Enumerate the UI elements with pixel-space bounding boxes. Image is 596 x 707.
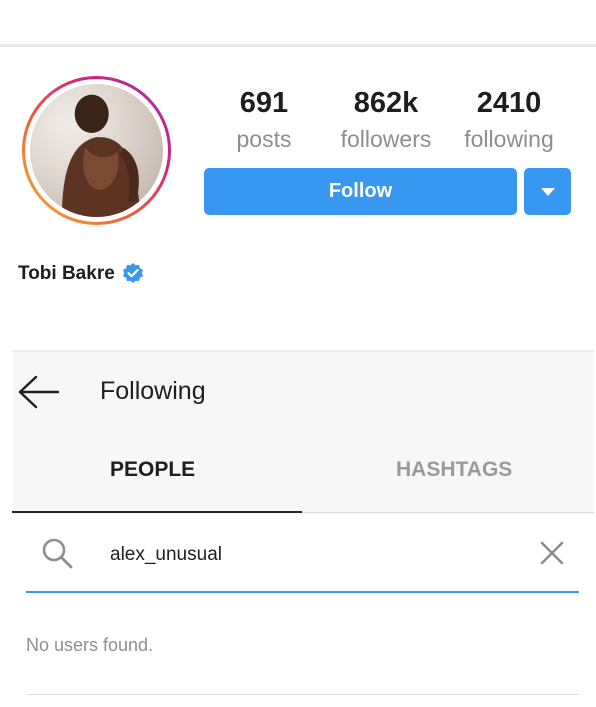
follow-button[interactable]: Follow — [204, 168, 517, 215]
following-count: 2410 — [476, 87, 542, 119]
arrow-left-icon[interactable] — [16, 372, 62, 412]
profile-name-row: Tobi Bakre — [18, 262, 145, 286]
panel-title: Following — [100, 377, 206, 405]
followers-label: followers — [340, 126, 432, 152]
search-icon — [42, 538, 73, 569]
posts-label: posts — [236, 126, 292, 152]
tab-hashtags[interactable]: HASHTAGS — [396, 458, 512, 482]
tab-divider — [302, 512, 594, 513]
following-panel-header — [12, 350, 594, 515]
active-tab-indicator — [12, 511, 302, 513]
bottom-divider — [26, 694, 579, 695]
close-icon[interactable] — [539, 540, 565, 566]
stat-followers[interactable]: 862k followers — [336, 86, 436, 154]
search-input[interactable] — [110, 540, 510, 570]
empty-results-message: No users found. — [26, 635, 154, 655]
following-label: following — [464, 126, 554, 152]
profile-name: Tobi Bakre — [18, 263, 115, 284]
avatar-photo — [30, 84, 163, 217]
followers-count: 862k — [353, 87, 419, 119]
verified-badge-icon — [122, 263, 143, 283]
profile-avatar[interactable] — [22, 76, 171, 225]
search-underline — [26, 591, 579, 593]
top-divider — [0, 44, 596, 47]
tab-people[interactable]: PEOPLE — [110, 458, 195, 482]
posts-count: 691 — [239, 87, 289, 119]
chevron-down-icon — [540, 187, 555, 196]
stat-following[interactable]: 2410 following — [458, 86, 560, 154]
panel-divider — [12, 350, 594, 352]
suggested-dropdown-button[interactable] — [524, 168, 571, 215]
stat-posts: 691 posts — [235, 86, 293, 154]
